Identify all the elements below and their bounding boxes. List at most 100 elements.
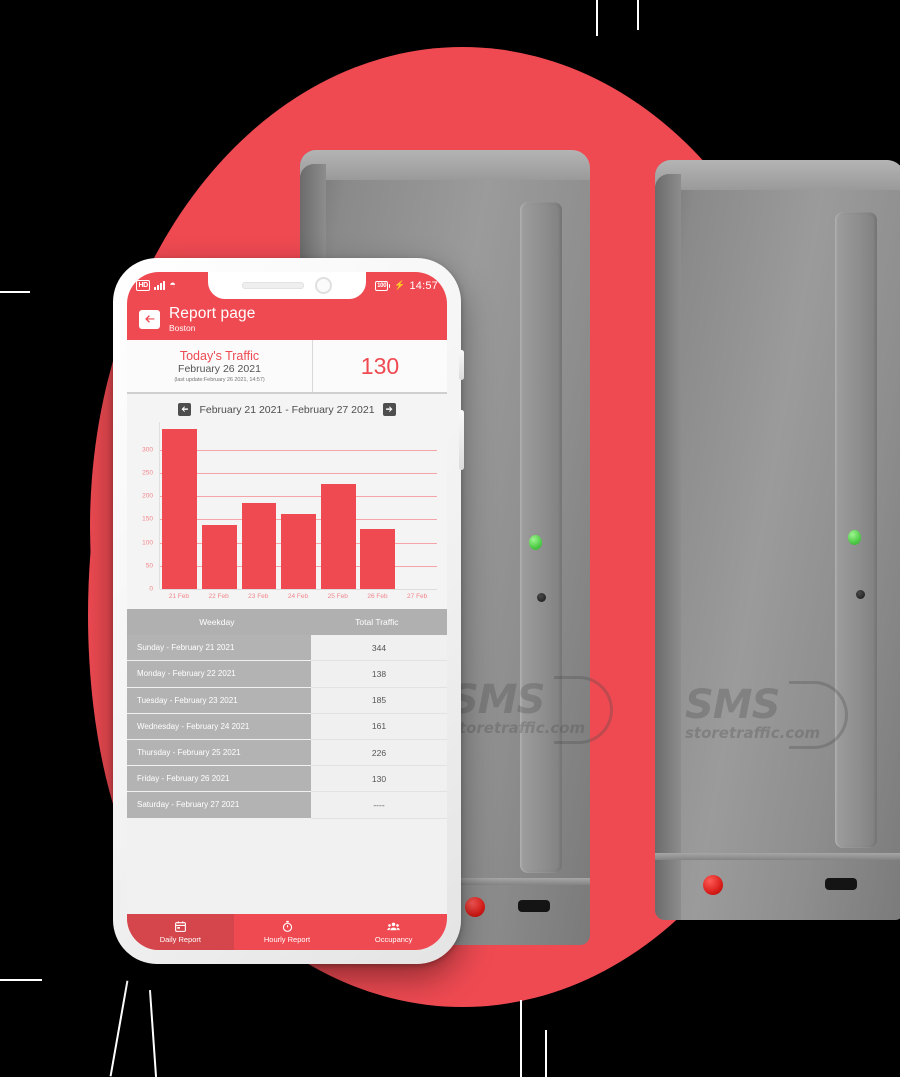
table-row[interactable]: Monday - February 22 2021 138 — [127, 661, 447, 688]
chart-block: February 21 2021 - February 27 2021 0 50 1… — [127, 394, 447, 609]
summary-card: Today's Traffic February 26 2021 (last u… — [127, 340, 447, 394]
device-left-edge — [655, 174, 681, 920]
nav-tab-daily-report[interactable]: Daily Report — [127, 914, 234, 950]
summary-date: February 26 2021 — [178, 363, 261, 375]
sms-logo: SMS storetraffic.com — [450, 676, 614, 744]
chart-x-tick-label: 21 Feb — [168, 593, 189, 600]
column-header-weekday: Weekday — [127, 609, 307, 636]
device-top-bevel — [300, 150, 590, 180]
cell-total-traffic: ---- — [311, 792, 447, 819]
guide-line — [0, 291, 30, 293]
chart-y-tick-label: 0 — [149, 585, 153, 593]
arrow-left-icon — [182, 406, 189, 412]
arrow-right-icon — [385, 406, 392, 412]
guide-line — [545, 1030, 547, 1077]
next-week-button[interactable] — [382, 403, 396, 416]
chart-bar[interactable] — [281, 514, 316, 589]
cell-total-traffic: 130 — [311, 766, 447, 793]
table-row[interactable]: Thursday - February 25 2021 226 — [127, 739, 447, 767]
phone-notch — [208, 272, 366, 299]
status-led-green — [848, 530, 861, 545]
cell-total-traffic: 138 — [311, 661, 447, 688]
battery-icon: 100 — [375, 280, 391, 291]
table-row[interactable]: Tuesday - February 23 2021 185 — [127, 687, 447, 714]
volume-button[interactable] — [459, 350, 464, 380]
nav-tab-occupancy[interactable]: Occupancy — [340, 914, 447, 950]
cell-total-traffic: 344 — [311, 635, 447, 662]
table-row[interactable]: Sunday - February 21 2021 344 — [127, 635, 447, 662]
chart-y-tick-label: 250 — [142, 469, 153, 477]
chart-bars — [160, 422, 437, 589]
chart-bar-cell[interactable] — [318, 422, 358, 589]
charging-bolt-icon: ⚡ — [394, 280, 406, 290]
date-range-nav: February 21 2021 - February 27 2021 — [127, 400, 447, 422]
app-header: Report page Boston — [127, 299, 447, 340]
traffic-table: Weekday Total Traffic Sunday - February … — [127, 609, 447, 914]
status-led-green — [529, 535, 542, 550]
screw-hole — [537, 593, 546, 602]
chart-x-tick-label: 27 Feb — [407, 593, 428, 600]
table-row[interactable]: Friday - February 26 2021 130 — [127, 766, 447, 793]
summary-left: Today's Traffic February 26 2021 (last u… — [127, 340, 313, 392]
table-row[interactable]: Wednesday - February 24 2021 161 — [127, 713, 447, 740]
chart-x-tick-label: 26 Feb — [367, 593, 388, 600]
bar-chart: 0 50 100 150 200 250 300 21 Feb 22 Feb 23 Feb 24 … — [131, 422, 439, 607]
device-top-bevel — [655, 160, 900, 190]
status-bar-right: 100 ⚡ 14:57 — [375, 280, 438, 292]
prev-week-button[interactable] — [178, 403, 192, 416]
page-title: Report page — [169, 304, 256, 322]
back-button[interactable] — [139, 310, 160, 329]
stopwatch-icon — [282, 920, 292, 932]
date-range-label: February 21 2021 - February 27 2021 — [199, 403, 375, 416]
guide-line — [0, 979, 42, 981]
nav-tab-hourly-report[interactable]: Hourly Report — [234, 914, 341, 950]
device-lower-band — [655, 853, 900, 860]
chart-bar[interactable] — [162, 429, 198, 589]
back-arrow-icon — [145, 315, 155, 323]
chart-bar[interactable] — [320, 484, 356, 589]
chart-grid — [159, 422, 437, 590]
cell-total-traffic: 185 — [311, 687, 447, 714]
device-sensor-strip — [520, 202, 562, 873]
calendar-icon — [174, 921, 186, 932]
app-header-titles: Report page Boston — [169, 304, 256, 333]
chart-x-tick-label: 24 Feb — [287, 593, 309, 600]
cell-weekday: Sunday - February 21 2021 — [127, 635, 312, 662]
power-button[interactable] — [459, 410, 464, 470]
chart-bar-cell[interactable] — [358, 422, 398, 589]
sensor-device-front: SMS storetraffic.com — [655, 160, 900, 920]
device-port — [518, 900, 550, 912]
chart-x-tick-label: 22 Feb — [208, 593, 229, 600]
chart-bar[interactable] — [201, 524, 237, 589]
chart-bar-cell[interactable] — [239, 422, 279, 589]
summary-value: 130 — [360, 352, 400, 379]
cell-weekday: Tuesday - February 23 2021 — [127, 687, 312, 714]
chart-y-tick-label: 200 — [142, 492, 153, 500]
chart-y-tick-label: 300 — [142, 446, 153, 454]
chart-bar[interactable] — [241, 503, 277, 589]
nav-tab-label: Daily Report — [159, 935, 201, 944]
earpiece-speaker-icon — [242, 282, 304, 289]
guide-line — [109, 980, 129, 1077]
chart-x-tick-label: 23 Feb — [248, 593, 269, 600]
bottom-navigation: Daily Report Hourly Report Occupancy — [127, 914, 447, 950]
chart-x-tick-label: 25 Feb — [327, 593, 348, 600]
sms-logo: SMS storetraffic.com — [685, 681, 849, 749]
cell-weekday: Saturday - February 27 2021 — [127, 792, 312, 819]
chart-bar[interactable] — [360, 528, 396, 589]
cell-weekday: Friday - February 26 2021 — [127, 766, 312, 793]
table-header-row: Weekday Total Traffic — [127, 609, 447, 636]
chart-bar-cell[interactable] — [200, 422, 240, 589]
chart-bar-cell[interactable] — [160, 422, 200, 589]
table-row[interactable]: Saturday - February 27 2021 ---- — [127, 792, 447, 819]
cell-total-traffic: 161 — [311, 713, 447, 740]
screw-hole — [856, 590, 865, 599]
table-body: Sunday - February 21 2021 344 Monday - Feb… — [127, 635, 447, 819]
chart-bar-cell[interactable] — [397, 422, 437, 589]
guide-line — [596, 0, 598, 36]
front-camera-icon — [315, 277, 332, 294]
chart-bar-cell[interactable] — [279, 422, 319, 589]
power-led-red — [703, 875, 723, 895]
cell-weekday: Thursday - February 25 2021 — [127, 739, 312, 767]
cell-weekday: Wednesday - February 24 2021 — [127, 713, 312, 740]
